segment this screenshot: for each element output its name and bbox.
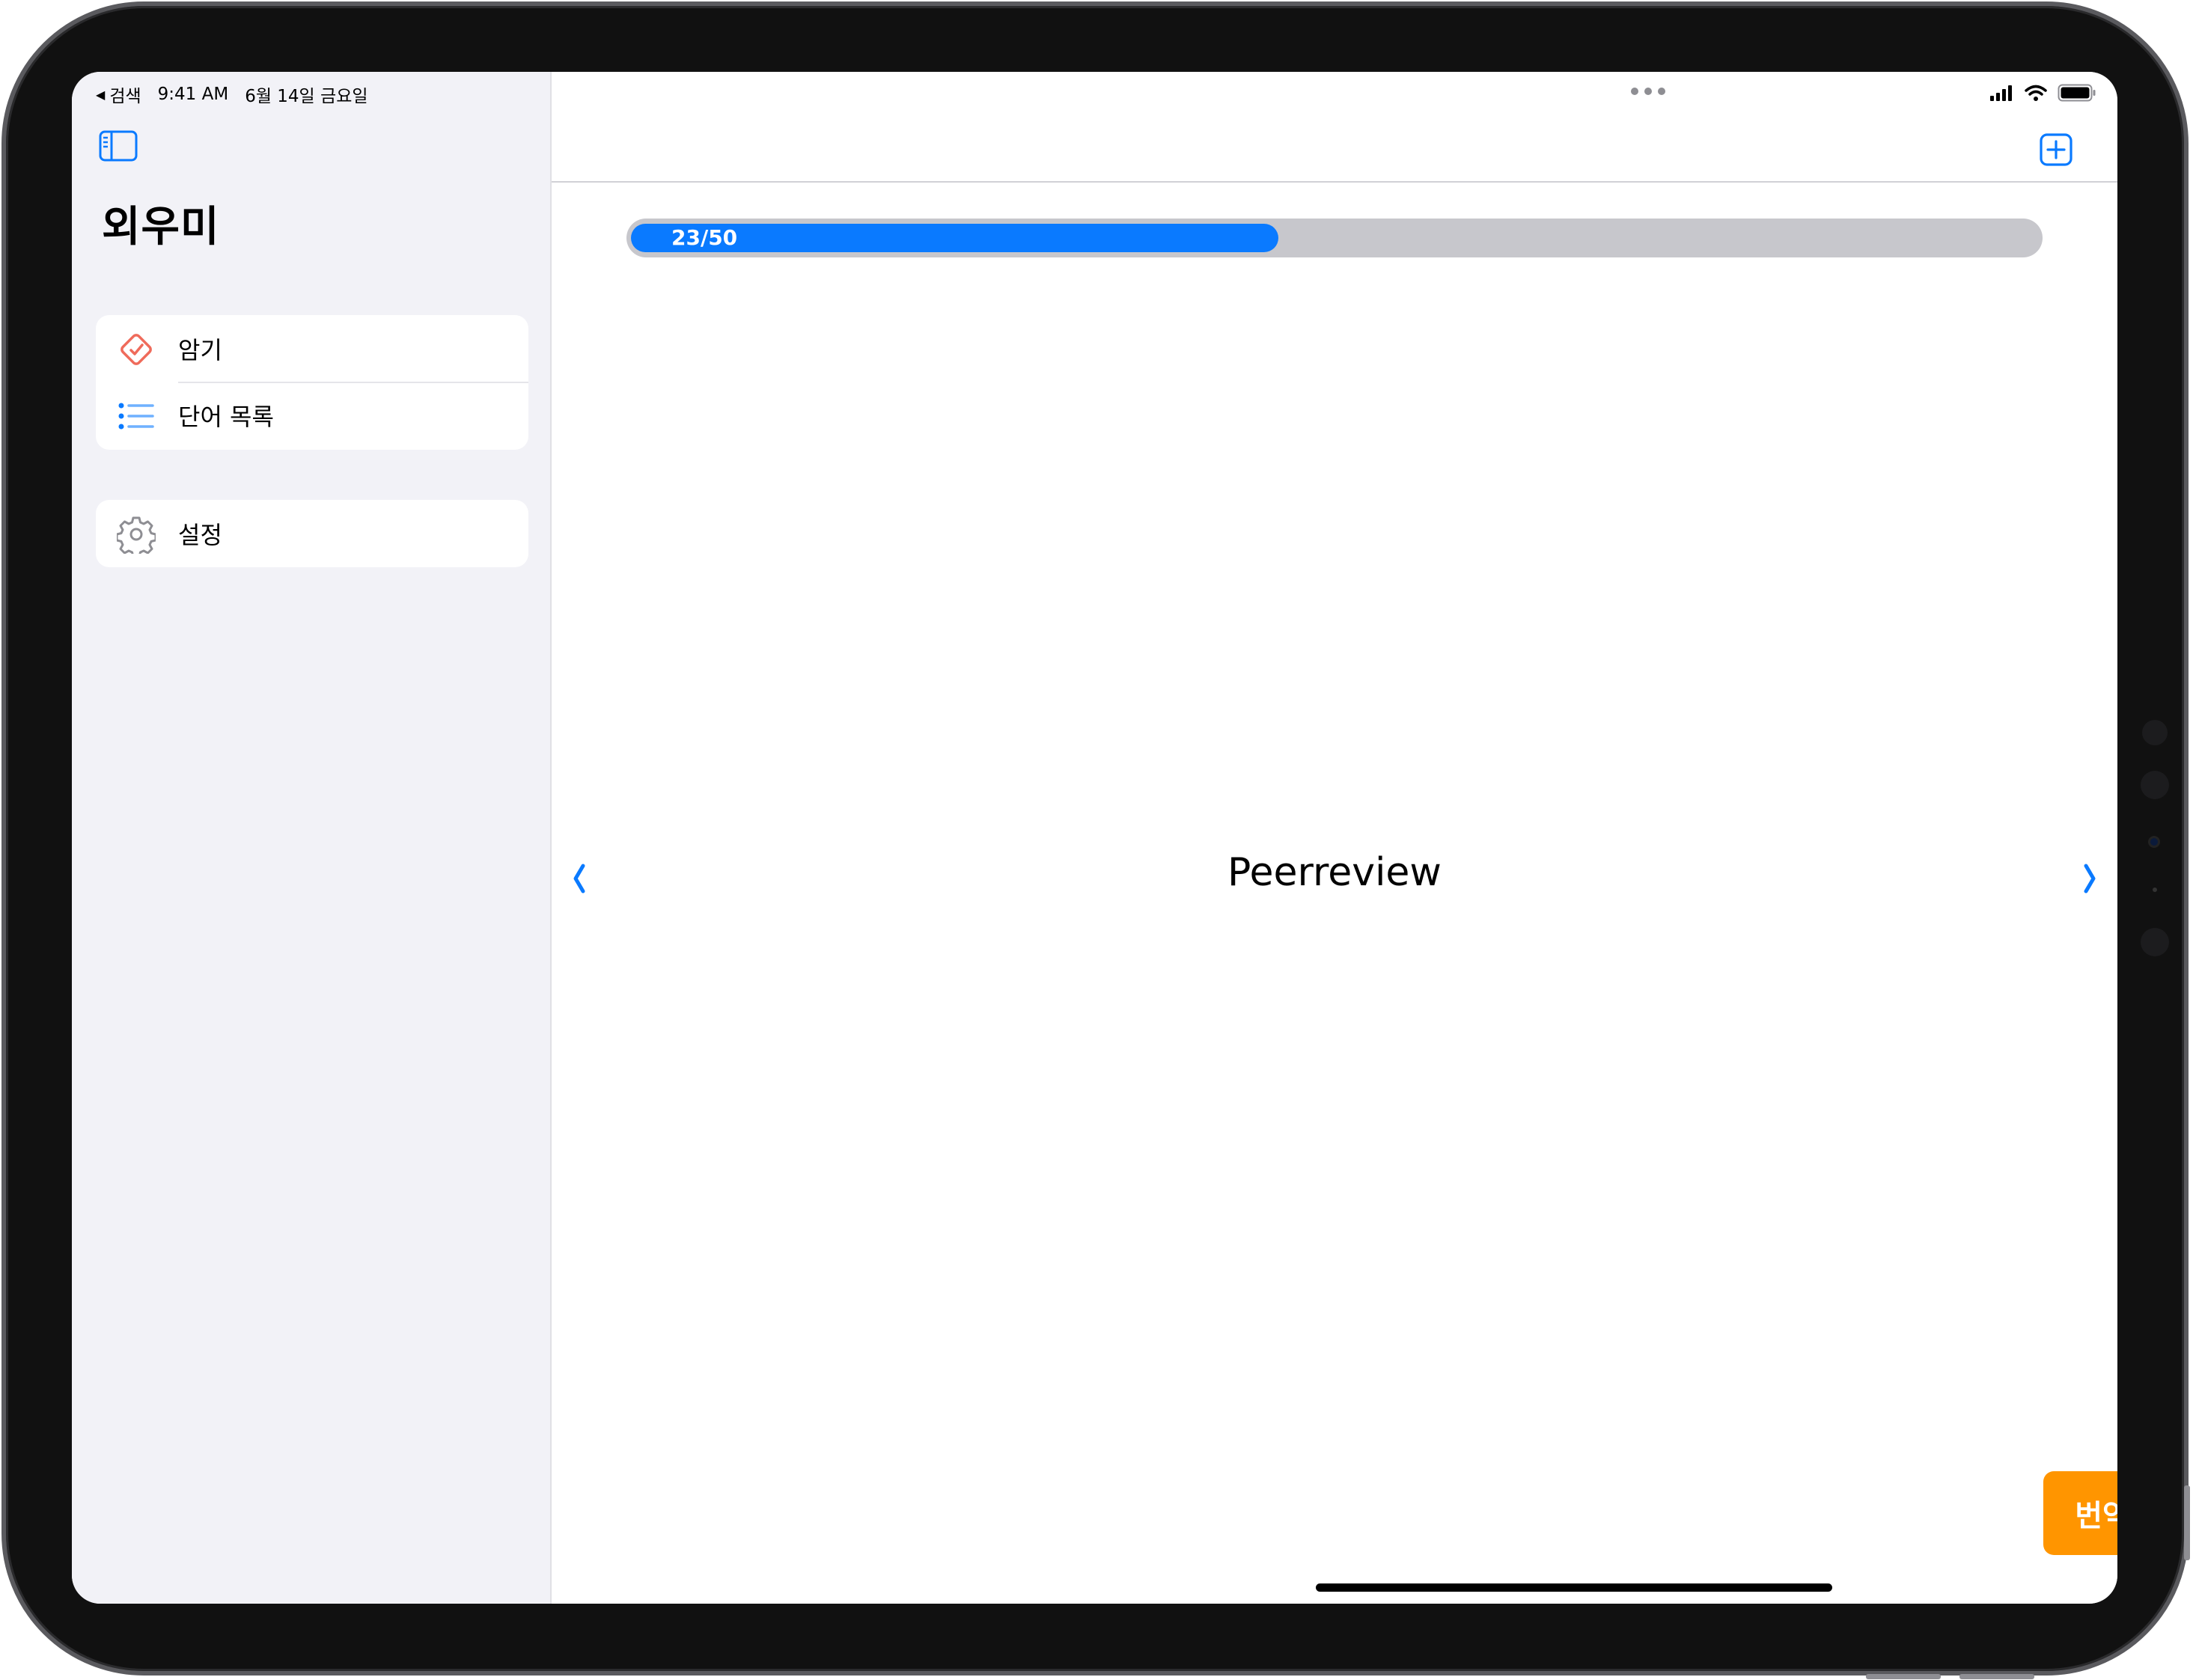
status-date: 6월 14일 금요일	[245, 87, 368, 106]
screen: ◀ 검색 9:41 AM 6월 14일 금요일 외우미 암기 단어 목록 설정 …	[72, 72, 2117, 1604]
volume-button	[2184, 1485, 2190, 1560]
progress-label: 23/50	[671, 225, 738, 250]
main-content: 23/50 Peerreview 번역	[552, 72, 2117, 1604]
toolbar-divider	[552, 181, 2117, 183]
status-bar-right	[1990, 79, 2096, 109]
app-title: 외우미	[102, 203, 220, 251]
current-word: Peerreview	[1227, 850, 1442, 895]
sidebar-group-main: 암기 단어 목록	[96, 315, 528, 450]
sensor-dot	[2141, 928, 2169, 956]
sidebar-item-label: 설정	[178, 520, 222, 549]
sidebar: ◀ 검색 9:41 AM 6월 14일 금요일 외우미 암기 단어 목록 설정	[72, 72, 552, 1604]
sidebar-item-memorize[interactable]: 암기	[96, 315, 528, 383]
top-button-left	[1866, 1674, 1941, 1679]
camera-lens	[2148, 836, 2160, 848]
sidebar-item-settings[interactable]: 설정	[96, 500, 528, 566]
sidebar-group-settings: 설정	[96, 500, 528, 567]
translate-button[interactable]: 번역	[2043, 1471, 2117, 1555]
back-label: 검색	[109, 87, 141, 106]
sensor-dot	[2141, 771, 2169, 799]
sensor-dot	[2142, 720, 2168, 745]
progress-bar: 23/50	[626, 219, 2043, 257]
home-indicator[interactable]	[1316, 1583, 1832, 1592]
sidebar-item-label: 단어 목록	[178, 402, 274, 431]
multitasking-dots-icon[interactable]	[1629, 85, 1667, 96]
checkmark-diamond-icon	[117, 330, 156, 369]
top-button-right	[1959, 1674, 2034, 1679]
status-bar-left: ◀ 검색 9:41 AM 6월 14일 금요일	[96, 79, 368, 109]
list-bullet-icon	[117, 397, 156, 436]
wifi-icon	[2025, 85, 2047, 104]
add-word-button[interactable]	[2037, 130, 2075, 169]
back-to-search[interactable]: ◀ 검색	[96, 82, 141, 107]
battery-icon	[2058, 84, 2096, 105]
sensor-dot	[2153, 888, 2157, 892]
chevron-right-icon	[2084, 864, 2096, 894]
plus-square-icon	[2040, 133, 2072, 166]
sidebar-item-word-list[interactable]: 단어 목록	[96, 382, 528, 448]
sidebar-item-label: 암기	[178, 335, 222, 364]
next-word-button[interactable]	[2078, 860, 2101, 897]
back-triangle-icon: ◀	[96, 87, 106, 102]
sidebar-toggle-icon[interactable]	[99, 130, 138, 162]
gear-icon	[117, 515, 156, 554]
status-time: 9:41 AM	[157, 85, 229, 104]
cellular-signal-icon	[1990, 85, 2014, 104]
